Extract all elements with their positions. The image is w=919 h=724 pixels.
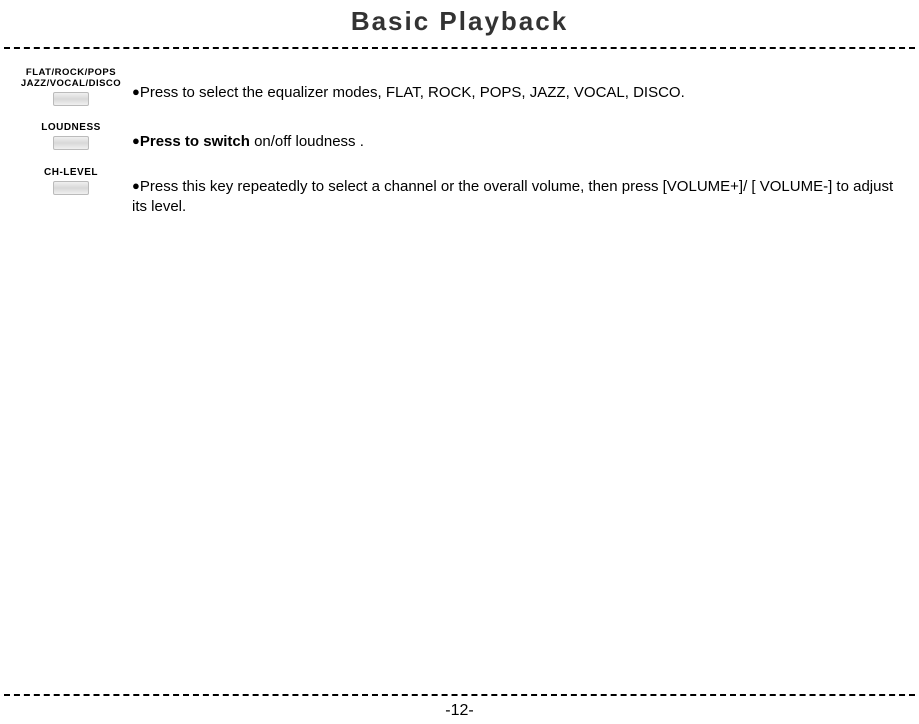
bullet-icon: ● — [132, 178, 140, 193]
row-chlevel: CH-LEVEL ●Press this key repeatedly to s… — [12, 167, 907, 216]
label-loudness: LOUDNESS — [41, 122, 101, 134]
button-icon-eq — [53, 92, 89, 106]
row-eq: FLAT/ROCK/POPS JAZZ/VOCAL/DISCO ●Press t… — [12, 69, 907, 106]
desc-eq: ●Press to select the equalizer modes, FL… — [130, 69, 907, 103]
content-area: FLAT/ROCK/POPS JAZZ/VOCAL/DISCO ●Press t… — [0, 49, 919, 216]
page-title: Basic Playback — [0, 0, 919, 47]
button-icon-loudness — [53, 136, 89, 150]
desc-loudness: ●Press to switch on/off loudness . — [130, 122, 907, 152]
desc-loudness-rest: on/off loudness . — [250, 133, 364, 150]
desc-chlevel-text: Press this key repeatedly to select a ch… — [132, 178, 893, 215]
label-chlevel: CH-LEVEL — [44, 167, 98, 179]
button-icon-chlevel — [53, 181, 89, 195]
bottom-divider — [4, 694, 915, 696]
page-number: -12- — [0, 702, 919, 720]
label-eq-line2: JAZZ/VOCAL/DISCO — [21, 78, 121, 89]
label-col-chlevel: CH-LEVEL — [12, 167, 130, 195]
desc-loudness-bold: Press to switch — [140, 133, 250, 150]
label-col-eq: FLAT/ROCK/POPS JAZZ/VOCAL/DISCO — [12, 67, 130, 106]
desc-eq-text: Press to select the equalizer modes, FLA… — [140, 84, 685, 101]
label-col-loudness: LOUDNESS — [12, 122, 130, 150]
bullet-icon: ● — [132, 133, 140, 148]
row-loudness: LOUDNESS ●Press to switch on/off loudnes… — [12, 122, 907, 152]
desc-chlevel: ●Press this key repeatedly to select a c… — [130, 167, 907, 216]
bullet-icon: ● — [132, 84, 140, 99]
label-eq-line1: FLAT/ROCK/POPS — [26, 67, 116, 78]
